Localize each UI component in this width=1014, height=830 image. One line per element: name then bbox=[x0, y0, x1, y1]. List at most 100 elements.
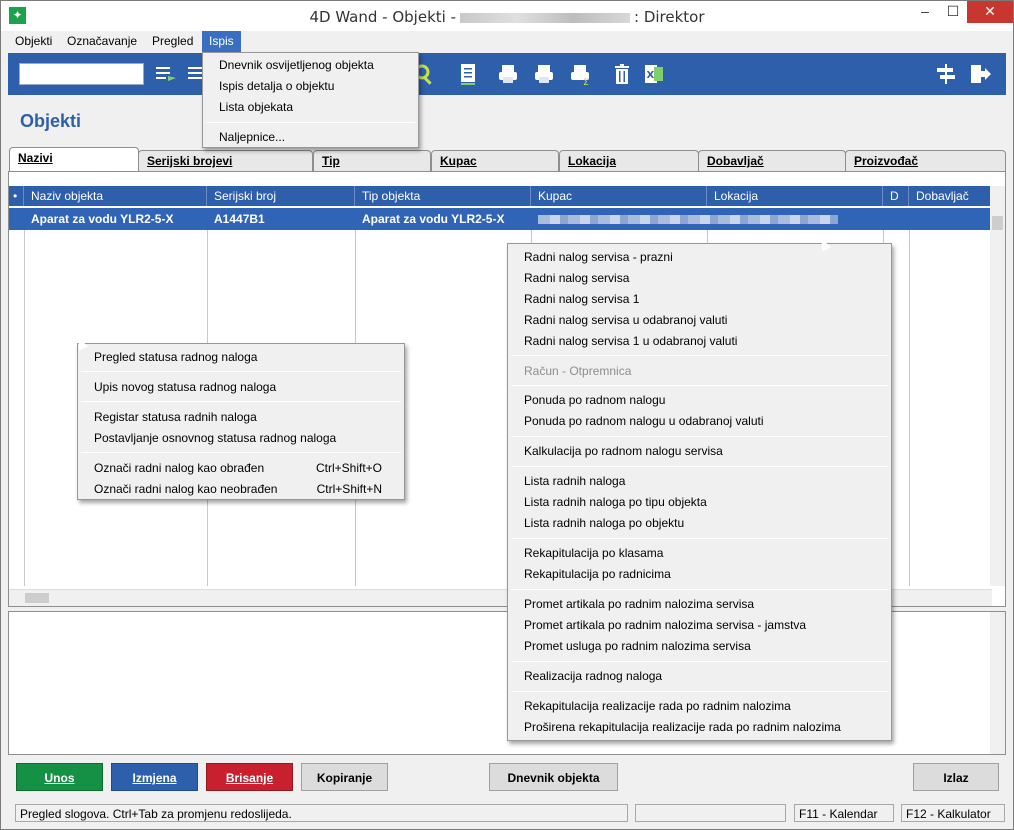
status-f12-calculator[interactable]: F12 - Kalkulator bbox=[901, 804, 1005, 822]
column-header-serijski[interactable]: Serijski broj bbox=[207, 186, 355, 206]
status-empty bbox=[635, 804, 786, 822]
brisanje-label: Brisanje bbox=[225, 771, 274, 785]
page-header: Objekti bbox=[8, 95, 1006, 149]
menu-item-ispis-detalja[interactable]: Ispis detalja o objektu bbox=[203, 76, 418, 97]
excel-icon[interactable]: X bbox=[642, 62, 666, 86]
menu-item-rekap-klase[interactable]: Rekapitulacija po klasama bbox=[508, 543, 891, 564]
menu-item-dnevnik-osvijetljenog[interactable]: Dnevnik osvijetljenog objekta bbox=[203, 55, 418, 76]
menu-objekti[interactable]: Objekti bbox=[8, 31, 59, 52]
menu-item-label: Postavljanje osnovnog statusa radnog nal… bbox=[94, 431, 337, 445]
signpost-icon[interactable] bbox=[934, 62, 958, 86]
menu-item-lista-rn[interactable]: Lista radnih naloga bbox=[508, 471, 891, 492]
printer-icon[interactable] bbox=[496, 62, 520, 86]
window-title: 4D Wand - Objekti -: Direktor bbox=[1, 8, 1013, 26]
list-arrow-icon[interactable] bbox=[154, 62, 178, 86]
search-input[interactable] bbox=[19, 63, 144, 85]
menu-item-lista-rn-tip[interactable]: Lista radnih naloga po tipu objekta bbox=[508, 492, 891, 513]
tab-dobavljac[interactable]: Dobavljač bbox=[698, 150, 846, 171]
grid-marker-header: • bbox=[9, 186, 24, 206]
menu-item-shortcut: Ctrl+Shift+O bbox=[315, 461, 382, 475]
dnevnik-objekta-button[interactable]: Dnevnik objekta bbox=[489, 763, 618, 791]
window-title-suffix: : Direktor bbox=[634, 8, 705, 26]
menu-item-promet-artikala[interactable]: Promet artikala po radnim nalozima servi… bbox=[508, 594, 891, 615]
column-header-tip[interactable]: Tip objekta bbox=[355, 186, 531, 206]
scroll-thumb[interactable] bbox=[992, 216, 1003, 230]
menu-item-ponuda[interactable]: Ponuda po radnom nalogu bbox=[508, 390, 891, 411]
menu-item-oznaci-neobradjen[interactable]: Označi radni nalog kao neobrađen Ctrl+Shi… bbox=[78, 479, 404, 500]
column-header-lokacija[interactable]: Lokacija bbox=[707, 186, 883, 206]
tab-serijski-brojevi[interactable]: Serijski brojevi bbox=[138, 150, 313, 171]
menu-item-racun-otpremnica: Račun - Otpremnica bbox=[524, 364, 632, 378]
menu-item-rn-servisa[interactable]: Radni nalog servisa bbox=[508, 268, 891, 289]
menu-item-naljepnice[interactable]: Naljepnice... bbox=[203, 127, 418, 148]
maximize-button[interactable]: ☐ bbox=[939, 1, 967, 23]
izmjena-button[interactable]: Izmjena bbox=[111, 763, 198, 791]
svg-text:Σ: Σ bbox=[583, 78, 589, 86]
printer-icon[interactable] bbox=[532, 62, 556, 86]
menu-item-promet-usluga[interactable]: Promet usluga po radnim nalozima servisa bbox=[508, 636, 891, 657]
menu-item-rn-servisa-1[interactable]: Radni nalog servisa 1 bbox=[508, 289, 891, 310]
table-row[interactable]: Aparat za vodu YLR2-5-X A1447B1 Aparat z… bbox=[9, 208, 992, 230]
menu-item-rn-prazni[interactable]: Radni nalog servisa - prazni bbox=[508, 247, 891, 268]
menu-bar: Objekti Označavanje Pregled Ispis bbox=[1, 31, 1013, 52]
tab-nazivi[interactable]: Nazivi bbox=[9, 147, 139, 172]
tab-proizvodjac[interactable]: Proizvođač bbox=[845, 150, 1006, 171]
menu-separator bbox=[81, 452, 401, 453]
menu-item-label: Upis novog statusa radnog naloga bbox=[94, 380, 277, 394]
print-context-menu: Radni nalog servisa - prazni Radni nalog… bbox=[507, 243, 892, 741]
status-f11-calendar[interactable]: F11 - Kalendar bbox=[794, 804, 894, 822]
tab-tip[interactable]: Tip bbox=[313, 150, 431, 171]
menu-item-rekap-radnici[interactable]: Rekapitulacija po radnicima bbox=[508, 564, 891, 585]
menu-item-ponuda-valuta[interactable]: Ponuda po radnom nalogu u odabranoj valu… bbox=[508, 411, 891, 432]
column-header-d[interactable]: D bbox=[883, 186, 909, 206]
unos-label: Unos bbox=[44, 771, 75, 785]
menu-ispis[interactable]: Ispis bbox=[202, 31, 241, 52]
printer-sum-icon[interactable]: Σ bbox=[568, 62, 592, 88]
title-bar[interactable]: ✦ 4D Wand - Objekti -: Direktor – ☐ ✕ bbox=[1, 1, 1013, 31]
tab-lokacija[interactable]: Lokacija bbox=[559, 150, 699, 171]
menu-separator bbox=[511, 466, 888, 467]
detail-vertical-scrollbar[interactable] bbox=[990, 612, 1005, 754]
menu-item-label: Označi radni nalog kao neobrađen bbox=[94, 482, 278, 496]
scroll-thumb[interactable] bbox=[25, 593, 49, 603]
document-icon[interactable] bbox=[456, 62, 480, 86]
column-header-dobavljac[interactable]: Dobavljač bbox=[909, 186, 992, 206]
column-header-naziv[interactable]: Naziv objekta bbox=[24, 186, 207, 206]
trash-icon[interactable] bbox=[610, 62, 634, 86]
minimize-button[interactable]: – bbox=[911, 1, 939, 23]
redacted-name bbox=[460, 12, 630, 23]
izlaz-button[interactable]: Izlaz bbox=[913, 763, 999, 791]
menu-item-realizacija[interactable]: Realizacija radnog naloga bbox=[508, 666, 891, 687]
menu-item-label: Registar statusa radnih naloga bbox=[94, 410, 257, 424]
kopiranje-button[interactable]: Kopiranje bbox=[301, 763, 388, 791]
menu-item-lista-rn-objekt[interactable]: Lista radnih naloga po objektu bbox=[508, 513, 891, 534]
grid-vertical-scrollbar[interactable] bbox=[990, 186, 1005, 586]
menu-oznacavanje[interactable]: Označavanje bbox=[60, 31, 144, 52]
menu-item-shortcut: Ctrl+Shift+N bbox=[316, 482, 382, 496]
menu-pregled[interactable]: Pregled bbox=[145, 31, 200, 52]
menu-item-rn-valuta[interactable]: Radni nalog servisa u odabranoj valuti bbox=[508, 310, 891, 331]
menu-item-kalkulacija[interactable]: Kalkulacija po radnom nalogu servisa bbox=[508, 441, 891, 462]
status-message: Pregled slogova. Ctrl+Tab za promjenu re… bbox=[15, 804, 628, 822]
unos-button[interactable]: Unos bbox=[16, 763, 103, 791]
menu-separator bbox=[511, 538, 888, 539]
column-header-kupac[interactable]: Kupac bbox=[531, 186, 707, 206]
brisanje-button[interactable]: Brisanje bbox=[206, 763, 293, 791]
menu-item-oznaci-obradjen[interactable]: Označi radni nalog kao obrađen Ctrl+Shift… bbox=[78, 458, 404, 479]
page-title: Objekti bbox=[20, 111, 82, 131]
menu-item-registar-statusa[interactable]: Registar statusa radnih naloga bbox=[78, 407, 404, 428]
menu-item-upis-statusa[interactable]: Upis novog statusa radnog naloga bbox=[78, 377, 404, 398]
menu-separator bbox=[511, 436, 888, 437]
menu-item-osnovni-status[interactable]: Postavljanje osnovnog statusa radnog nal… bbox=[78, 428, 404, 449]
exit-icon[interactable] bbox=[968, 62, 992, 86]
menu-item-prosirena-rekap[interactable]: Proširena rekapitulacija realizacije rad… bbox=[508, 717, 891, 738]
column-divider bbox=[909, 230, 910, 586]
menu-item-promet-artikala-jamstva[interactable]: Promet artikala po radnim nalozima servi… bbox=[508, 615, 891, 636]
menu-item-rekap-realizacije[interactable]: Rekapitulacija realizacije rada po radni… bbox=[508, 696, 891, 717]
close-button[interactable]: ✕ bbox=[967, 1, 1013, 23]
menu-separator bbox=[511, 661, 888, 662]
menu-item-pregled-statusa[interactable]: Pregled statusa radnog naloga bbox=[78, 347, 404, 368]
menu-item-lista-objekata[interactable]: Lista objekata bbox=[203, 97, 418, 118]
tab-kupac[interactable]: Kupac bbox=[431, 150, 559, 171]
menu-item-rn-1-valuta[interactable]: Radni nalog servisa 1 u odabranoj valuti bbox=[508, 331, 891, 352]
